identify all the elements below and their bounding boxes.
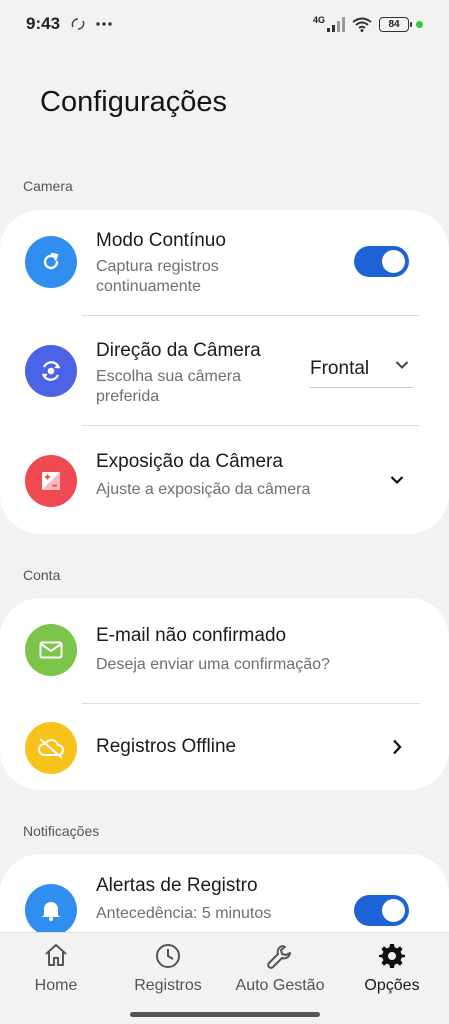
- nav-label-home: Home: [34, 977, 78, 994]
- camera-direction-subtitle: Escolha sua câmera preferida: [96, 368, 241, 405]
- status-right: 4G 84: [312, 15, 423, 32]
- network-type: 4G: [312, 15, 325, 25]
- account-card: E-mail não confirmado Deseja enviar uma …: [0, 598, 449, 790]
- continuous-mode-title: Modo Contínuo: [96, 230, 226, 251]
- section-label-camera: Camera: [23, 178, 73, 194]
- home-indicator: [130, 1012, 320, 1017]
- toggle-knob: [382, 250, 405, 273]
- gear-icon: [379, 944, 405, 968]
- nav-item-opcoes[interactable]: Opções: [336, 933, 448, 1003]
- continuous-mode-row[interactable]: Modo Contínuo Captura registros continua…: [0, 210, 449, 315]
- battery-indicator: 84: [379, 16, 412, 32]
- bottom-navigation: Home Registros Auto Gestão Opções: [0, 932, 449, 1024]
- camera-direction-select[interactable]: Frontal: [310, 350, 413, 388]
- section-label-notifications: Notificações: [23, 823, 100, 839]
- camera-direction-row: Direção da Câmera Escolha sua câmera pre…: [0, 316, 449, 424]
- nav-item-home[interactable]: Home: [0, 933, 112, 1003]
- camera-exposure-title: Exposição da Câmera: [96, 451, 283, 472]
- email-subtitle: Deseja enviar uma confirmação?: [96, 656, 330, 673]
- camera-exposure-row[interactable]: Exposição da Câmera Ajuste a exposição d…: [0, 426, 449, 534]
- exposure-icon: [25, 455, 77, 507]
- privacy-dot: [416, 20, 423, 28]
- toggle-knob: [382, 899, 405, 922]
- registration-alerts-subtitle: Antecedência: 5 minutos: [96, 905, 272, 922]
- camera-switch-icon: [25, 345, 77, 397]
- status-bar: 9:43 4G 84: [0, 0, 449, 48]
- camera-direction-title: Direção da Câmera: [96, 340, 261, 361]
- cloud-off-icon: [25, 722, 77, 774]
- bell-icon: [25, 884, 77, 936]
- wifi-icon: [352, 17, 372, 32]
- chevron-right-icon: [393, 739, 402, 755]
- nav-item-auto-gestao[interactable]: Auto Gestão: [224, 933, 336, 1003]
- page-title: Configurações: [40, 86, 227, 118]
- camera-card: Modo Contínuo Captura registros continua…: [0, 210, 449, 534]
- home-icon: [45, 944, 67, 966]
- wrench-icon: [267, 945, 291, 969]
- status-time: 9:43: [26, 14, 61, 33]
- status-left: 9:43: [26, 14, 112, 34]
- nav-label-auto-gestao: Auto Gestão: [235, 977, 325, 994]
- chevron-down-icon: [395, 361, 409, 369]
- offline-records-row[interactable]: Registros Offline: [0, 704, 449, 790]
- registration-alerts-title: Alertas de Registro: [96, 875, 258, 896]
- nav-label-opcoes: Opções: [364, 977, 420, 994]
- camera-exposure-subtitle: Ajuste a exposição da câmera: [96, 481, 311, 498]
- email-row[interactable]: E-mail não confirmado Deseja enviar uma …: [0, 598, 449, 703]
- clock-icon: [156, 944, 180, 968]
- mail-icon: [25, 624, 77, 676]
- section-label-account: Conta: [23, 567, 61, 583]
- camera-direction-value: Frontal: [310, 358, 370, 379]
- signal-icon: [327, 16, 345, 32]
- nav-label-registros: Registros: [134, 977, 202, 994]
- refresh-icon: [25, 236, 77, 288]
- chevron-down-icon[interactable]: [390, 475, 404, 485]
- registration-alerts-toggle[interactable]: [354, 895, 409, 926]
- more-icon: [96, 22, 112, 26]
- sync-icon: [71, 18, 85, 30]
- nav-item-registros[interactable]: Registros: [112, 933, 224, 1003]
- continuous-mode-toggle[interactable]: [354, 246, 409, 277]
- email-title: E-mail não confirmado: [96, 625, 287, 646]
- offline-records-title: Registros Offline: [96, 736, 237, 757]
- continuous-mode-subtitle: Captura registros continuamente: [96, 258, 219, 295]
